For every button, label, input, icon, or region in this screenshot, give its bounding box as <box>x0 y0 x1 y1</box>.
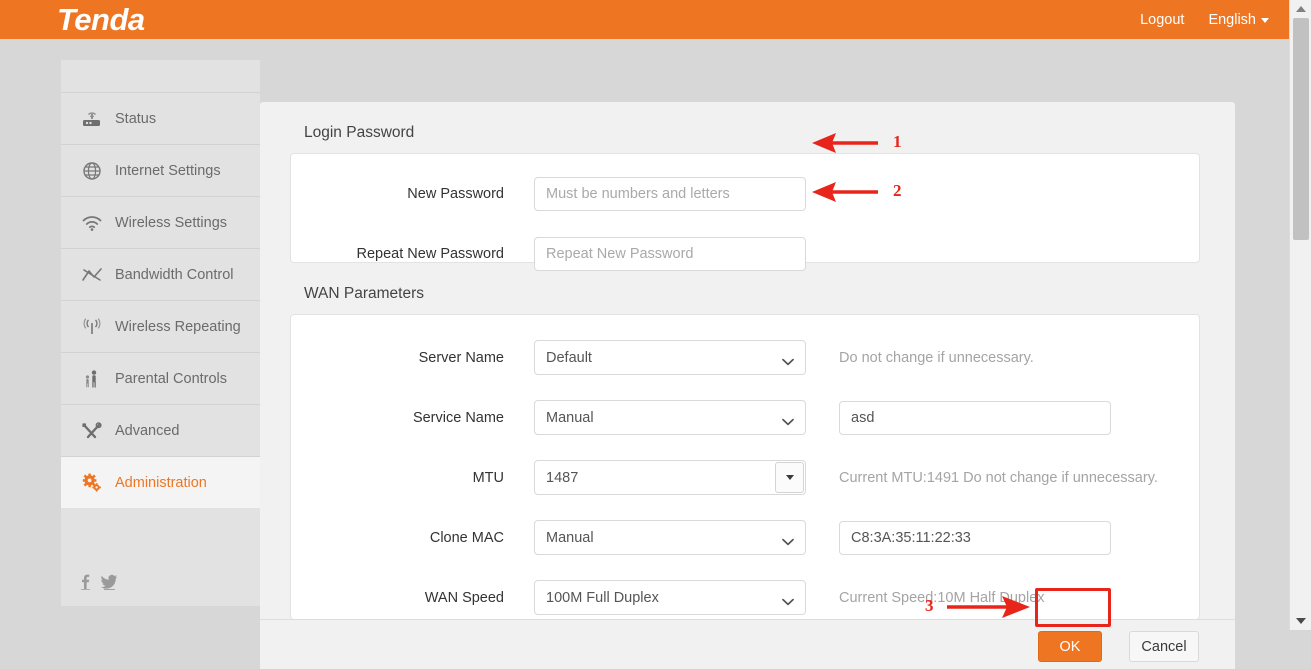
repeat-password-input[interactable] <box>534 236 806 271</box>
triangle-down-icon <box>785 475 794 480</box>
clone-mac-select-wrapper: DefaultManualClone Local Host MAC <box>534 520 806 555</box>
clone-mac-label: Clone MAC <box>429 529 504 546</box>
tools-icon <box>79 419 105 443</box>
sidebar-item-label: Parental Controls <box>115 370 228 387</box>
chart-line-icon <box>79 263 105 287</box>
mtu-label: MTU <box>472 469 504 486</box>
sidebar-item-label: Advanced <box>115 422 180 439</box>
wifi-icon <box>79 211 105 235</box>
server-name-label: Server Name <box>418 349 504 366</box>
sidebar-item-label: Bandwidth Control <box>115 266 234 283</box>
service-name-label: Service Name <box>412 409 504 426</box>
scroll-up-button[interactable] <box>1290 0 1311 18</box>
main-content-panel: Login Password New Password Repeat New P… <box>260 102 1235 619</box>
page-body: Status Internet Settings Wireless Settin… <box>0 39 1289 669</box>
service-name-select-wrapper: DefaultManual <box>534 400 806 435</box>
sidebar-item-parental-controls[interactable]: Parental Controls <box>61 353 260 405</box>
mtu-dropdown-button[interactable] <box>775 462 804 493</box>
antenna-icon <box>79 315 105 339</box>
tenda-logo: Tenda <box>57 2 145 37</box>
mtu-combo <box>534 460 806 495</box>
language-label: English <box>1208 11 1256 28</box>
parent-child-icon <box>79 367 105 391</box>
wan-speed-label: WAN Speed <box>424 589 504 606</box>
sidebar-item-label: Wireless Repeating <box>115 318 241 335</box>
server-name-select[interactable]: DefaultManual <box>534 340 806 375</box>
mtu-hint: Current MTU:1491 Do not change if unnece… <box>839 469 1158 486</box>
logout-link[interactable]: Logout <box>1140 12 1184 28</box>
server-name-hint: Do not change if unnecessary. <box>839 349 1034 366</box>
mtu-row: MTU Current MTU:1491 Do not change if un… <box>291 453 1199 502</box>
sidebar-item-label: Administration <box>115 474 207 491</box>
service-name-row: Service Name DefaultManual <box>291 393 1199 442</box>
wan-speed-row: WAN Speed Auto10M Half Duplex10M Full Du… <box>291 573 1199 619</box>
wan-speed-hint: Current Speed:10M Half Duplex <box>839 589 1045 606</box>
sidebar-nav: Status Internet Settings Wireless Settin… <box>61 60 260 606</box>
service-name-select[interactable]: DefaultManual <box>534 400 806 435</box>
scrollbar-thumb[interactable] <box>1293 18 1309 240</box>
new-password-input[interactable] <box>534 176 806 211</box>
globe-icon <box>79 159 105 183</box>
triangle-down-icon <box>1296 618 1306 624</box>
login-password-section-title: Login Password <box>304 124 415 141</box>
top-header-bar: Tenda Logout English <box>0 0 1289 39</box>
service-name-text-input[interactable] <box>839 400 1111 435</box>
new-password-row: New Password <box>291 169 1199 218</box>
new-password-label: New Password <box>407 185 504 202</box>
sidebar-item-label: Status <box>115 110 157 127</box>
repeat-password-label: Repeat New Password <box>356 245 505 262</box>
server-name-row: Server Name DefaultManual Do not change … <box>291 333 1199 382</box>
clone-mac-select[interactable]: DefaultManualClone Local Host MAC <box>534 520 806 555</box>
facebook-icon[interactable] <box>79 573 92 595</box>
cancel-button[interactable]: Cancel <box>1129 631 1199 662</box>
sidebar-social-links <box>79 573 118 595</box>
wan-parameters-card: Server Name DefaultManual Do not change … <box>290 314 1200 619</box>
ok-button[interactable]: OK <box>1038 631 1102 662</box>
triangle-up-icon <box>1296 6 1306 12</box>
language-selector[interactable]: English <box>1208 12 1269 28</box>
sidebar-item-status[interactable]: Status <box>61 93 260 145</box>
wan-speed-select[interactable]: Auto10M Half Duplex10M Full Duplex100M H… <box>534 580 806 615</box>
wan-speed-select-wrapper: Auto10M Half Duplex10M Full Duplex100M H… <box>534 580 806 615</box>
vertical-scrollbar[interactable] <box>1289 0 1311 630</box>
clone-mac-text-input[interactable] <box>839 520 1111 555</box>
sidebar-item-bandwidth-control[interactable]: Bandwidth Control <box>61 249 260 301</box>
sidebar-item-label: Internet Settings <box>115 162 221 179</box>
mtu-input[interactable] <box>535 461 775 494</box>
router-icon <box>79 107 105 131</box>
sidebar-item-wireless-settings[interactable]: Wireless Settings <box>61 197 260 249</box>
scroll-down-button[interactable] <box>1290 612 1311 630</box>
sidebar-item-advanced[interactable]: Advanced <box>61 405 260 457</box>
login-password-card: New Password Repeat New Password <box>290 153 1200 271</box>
sidebar-item-internet-settings[interactable]: Internet Settings <box>61 145 260 197</box>
sidebar-item-wireless-repeating[interactable]: Wireless Repeating <box>61 301 260 353</box>
form-action-bar: OK Cancel <box>260 619 1235 669</box>
twitter-icon[interactable] <box>101 573 118 595</box>
clone-mac-row: Clone MAC DefaultManualClone Local Host … <box>291 513 1199 562</box>
server-name-select-wrapper: DefaultManual <box>534 340 806 375</box>
chevron-down-icon <box>1261 18 1269 23</box>
sidebar-item-administration[interactable]: Administration <box>61 457 260 509</box>
header-actions: Logout English <box>1140 12 1269 28</box>
sidebar-item-label: Wireless Settings <box>115 214 228 231</box>
sidebar-top-spacer <box>61 60 260 93</box>
gears-icon <box>79 471 105 495</box>
wan-parameters-section-title: WAN Parameters <box>304 285 425 302</box>
